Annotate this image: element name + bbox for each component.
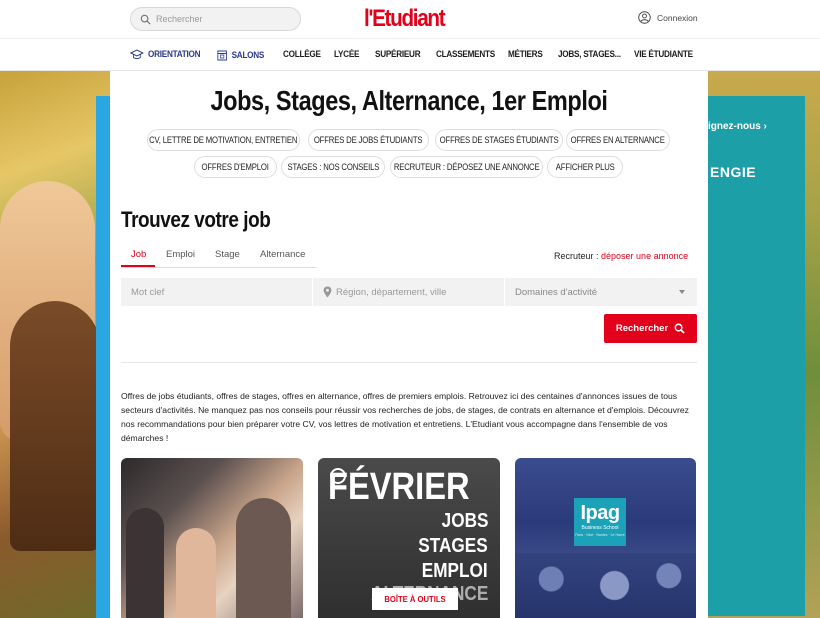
login-link[interactable]: Connexion [638,11,698,24]
nav-item-superieur[interactable]: SUPÉRIEUR [375,49,421,60]
chip-alternance[interactable]: OFFRES EN ALTERNANCE [566,129,670,151]
article-card-fevrier[interactable]: FÉVRIER JOBS STAGES EMPLOI ALTERNANCE BO… [318,458,500,618]
nav-item-classements[interactable]: CLASSEMENTS [436,49,495,60]
nav-label: ORIENTATION [148,49,201,60]
keyword-input[interactable] [131,286,312,298]
nav-item-orientation[interactable]: ORIENTATION [130,49,201,60]
nav-item-vie-etudiante[interactable]: VIE ÉTUDIANTE [634,49,693,60]
intro-paragraph: Offres de jobs étudiants, offres de stag… [121,391,689,443]
site-search[interactable] [130,7,301,31]
search-icon [674,323,685,334]
user-icon [638,11,651,24]
domain-select-value: Domaines d'activité [515,286,598,298]
login-label: Connexion [657,12,698,23]
chip-stages-conseils[interactable]: STAGES : NOS CONSEILS [281,156,385,178]
page-title: Jobs, Stages, Alternance, 1er Emploi [210,85,608,116]
graduation-cap-icon [130,49,144,60]
nav-label: LYCÉE [334,49,360,60]
section-divider [121,362,697,363]
nav-label: MÉTIERS [508,49,543,60]
nav-item-college[interactable]: COLLÈGE [283,49,321,60]
chip-recruteur[interactable]: RECRUTEUR : DÉPOSEZ UNE ANNONCE [390,156,543,178]
chevron-down-icon [679,290,685,294]
domain-select[interactable]: Domaines d'activité [505,278,697,306]
top-header: l'Etudiant Connexion [0,0,820,38]
recruiter-prefix: Recruteur : [554,251,602,261]
nav-label: COLLÈGE [283,49,321,60]
tab-job[interactable]: Job [131,249,146,260]
nav-label: SUPÉRIEUR [375,49,421,60]
main-navigation: ORIENTATION SALONS COLLÈGE LYCÉE SUPÉRIE… [0,38,820,71]
chip-offres-emploi[interactable]: OFFRES D'EMPLOI [194,156,277,178]
site-search-input[interactable] [156,14,296,24]
search-button-label: Rechercher [615,323,669,334]
job-type-tabs: Job Emploi Stage Alternance [121,243,317,268]
article-card-students[interactable] [121,458,303,618]
person-shape [176,528,216,618]
search-icon [140,14,151,25]
nav-label: VIE ÉTUDIANTE [634,49,693,60]
recruiter-notice: Recruteur : déposer une annonce [554,251,688,261]
chip-stages-etudiants[interactable]: OFFRES DE STAGES ÉTUDIANTS [435,129,563,151]
calendar-icon [217,50,227,61]
ad-cta-link[interactable]: ignez-nous › [708,121,767,132]
nav-item-jobs-stages[interactable]: JOBS, STAGES... [558,49,621,60]
location-field[interactable] [313,278,504,306]
tab-emploi[interactable]: Emploi [166,249,195,260]
article-card-ipag[interactable]: Ipag Business School Paris · Nice · Nant… [515,458,696,618]
chip-jobs-etudiants[interactable]: OFFRES DE JOBS ÉTUDIANTS [308,129,429,151]
category-badge[interactable]: BOÎTE À OUTILS [372,588,458,610]
hand-shape [10,301,100,551]
person-shape [236,498,291,618]
tab-stage[interactable]: Stage [215,249,240,260]
main-content: Jobs, Stages, Alternance, 1er Emploi CV,… [110,71,708,618]
tab-alternance[interactable]: Alternance [260,249,305,260]
ipag-logo: Ipag Business School Paris · Nice · Nant… [574,498,626,546]
card-line: EMPLOI [422,560,488,582]
job-search-title: Trouvez votre job [121,207,271,232]
chip-cv-lettre[interactable]: CV, LETTRE DE MOTIVATION, ENTRETIEN [147,129,300,151]
nav-label: CLASSEMENTS [436,49,495,60]
card-headline: FÉVRIER [328,466,470,508]
nav-item-salons[interactable]: SALONS [217,49,264,61]
crowd-image [515,553,696,618]
nav-item-lycee[interactable]: LYCÉE [334,49,359,60]
site-logo[interactable]: l'Etudiant [364,5,446,33]
card-line: STAGES [418,535,488,557]
background-hands-image [0,71,110,618]
nav-label: JOBS, STAGES... [558,49,621,60]
nav-item-metiers[interactable]: MÉTIERS [508,49,543,60]
active-tab-indicator [121,265,155,267]
post-offer-link[interactable]: déposer une annonce [601,251,688,261]
search-jobs-button[interactable]: Rechercher [604,314,697,343]
location-pin-icon [323,286,332,298]
person-shape [126,508,164,618]
ad-brand-logo: ENGIE [710,164,757,180]
keyword-field[interactable] [121,278,312,306]
chip-afficher-plus[interactable]: AFFICHER PLUS [547,156,623,178]
location-input[interactable] [336,286,504,298]
ad-left-strip [96,96,110,618]
nav-label: SALONS [231,49,265,61]
card-line: JOBS [441,510,488,532]
